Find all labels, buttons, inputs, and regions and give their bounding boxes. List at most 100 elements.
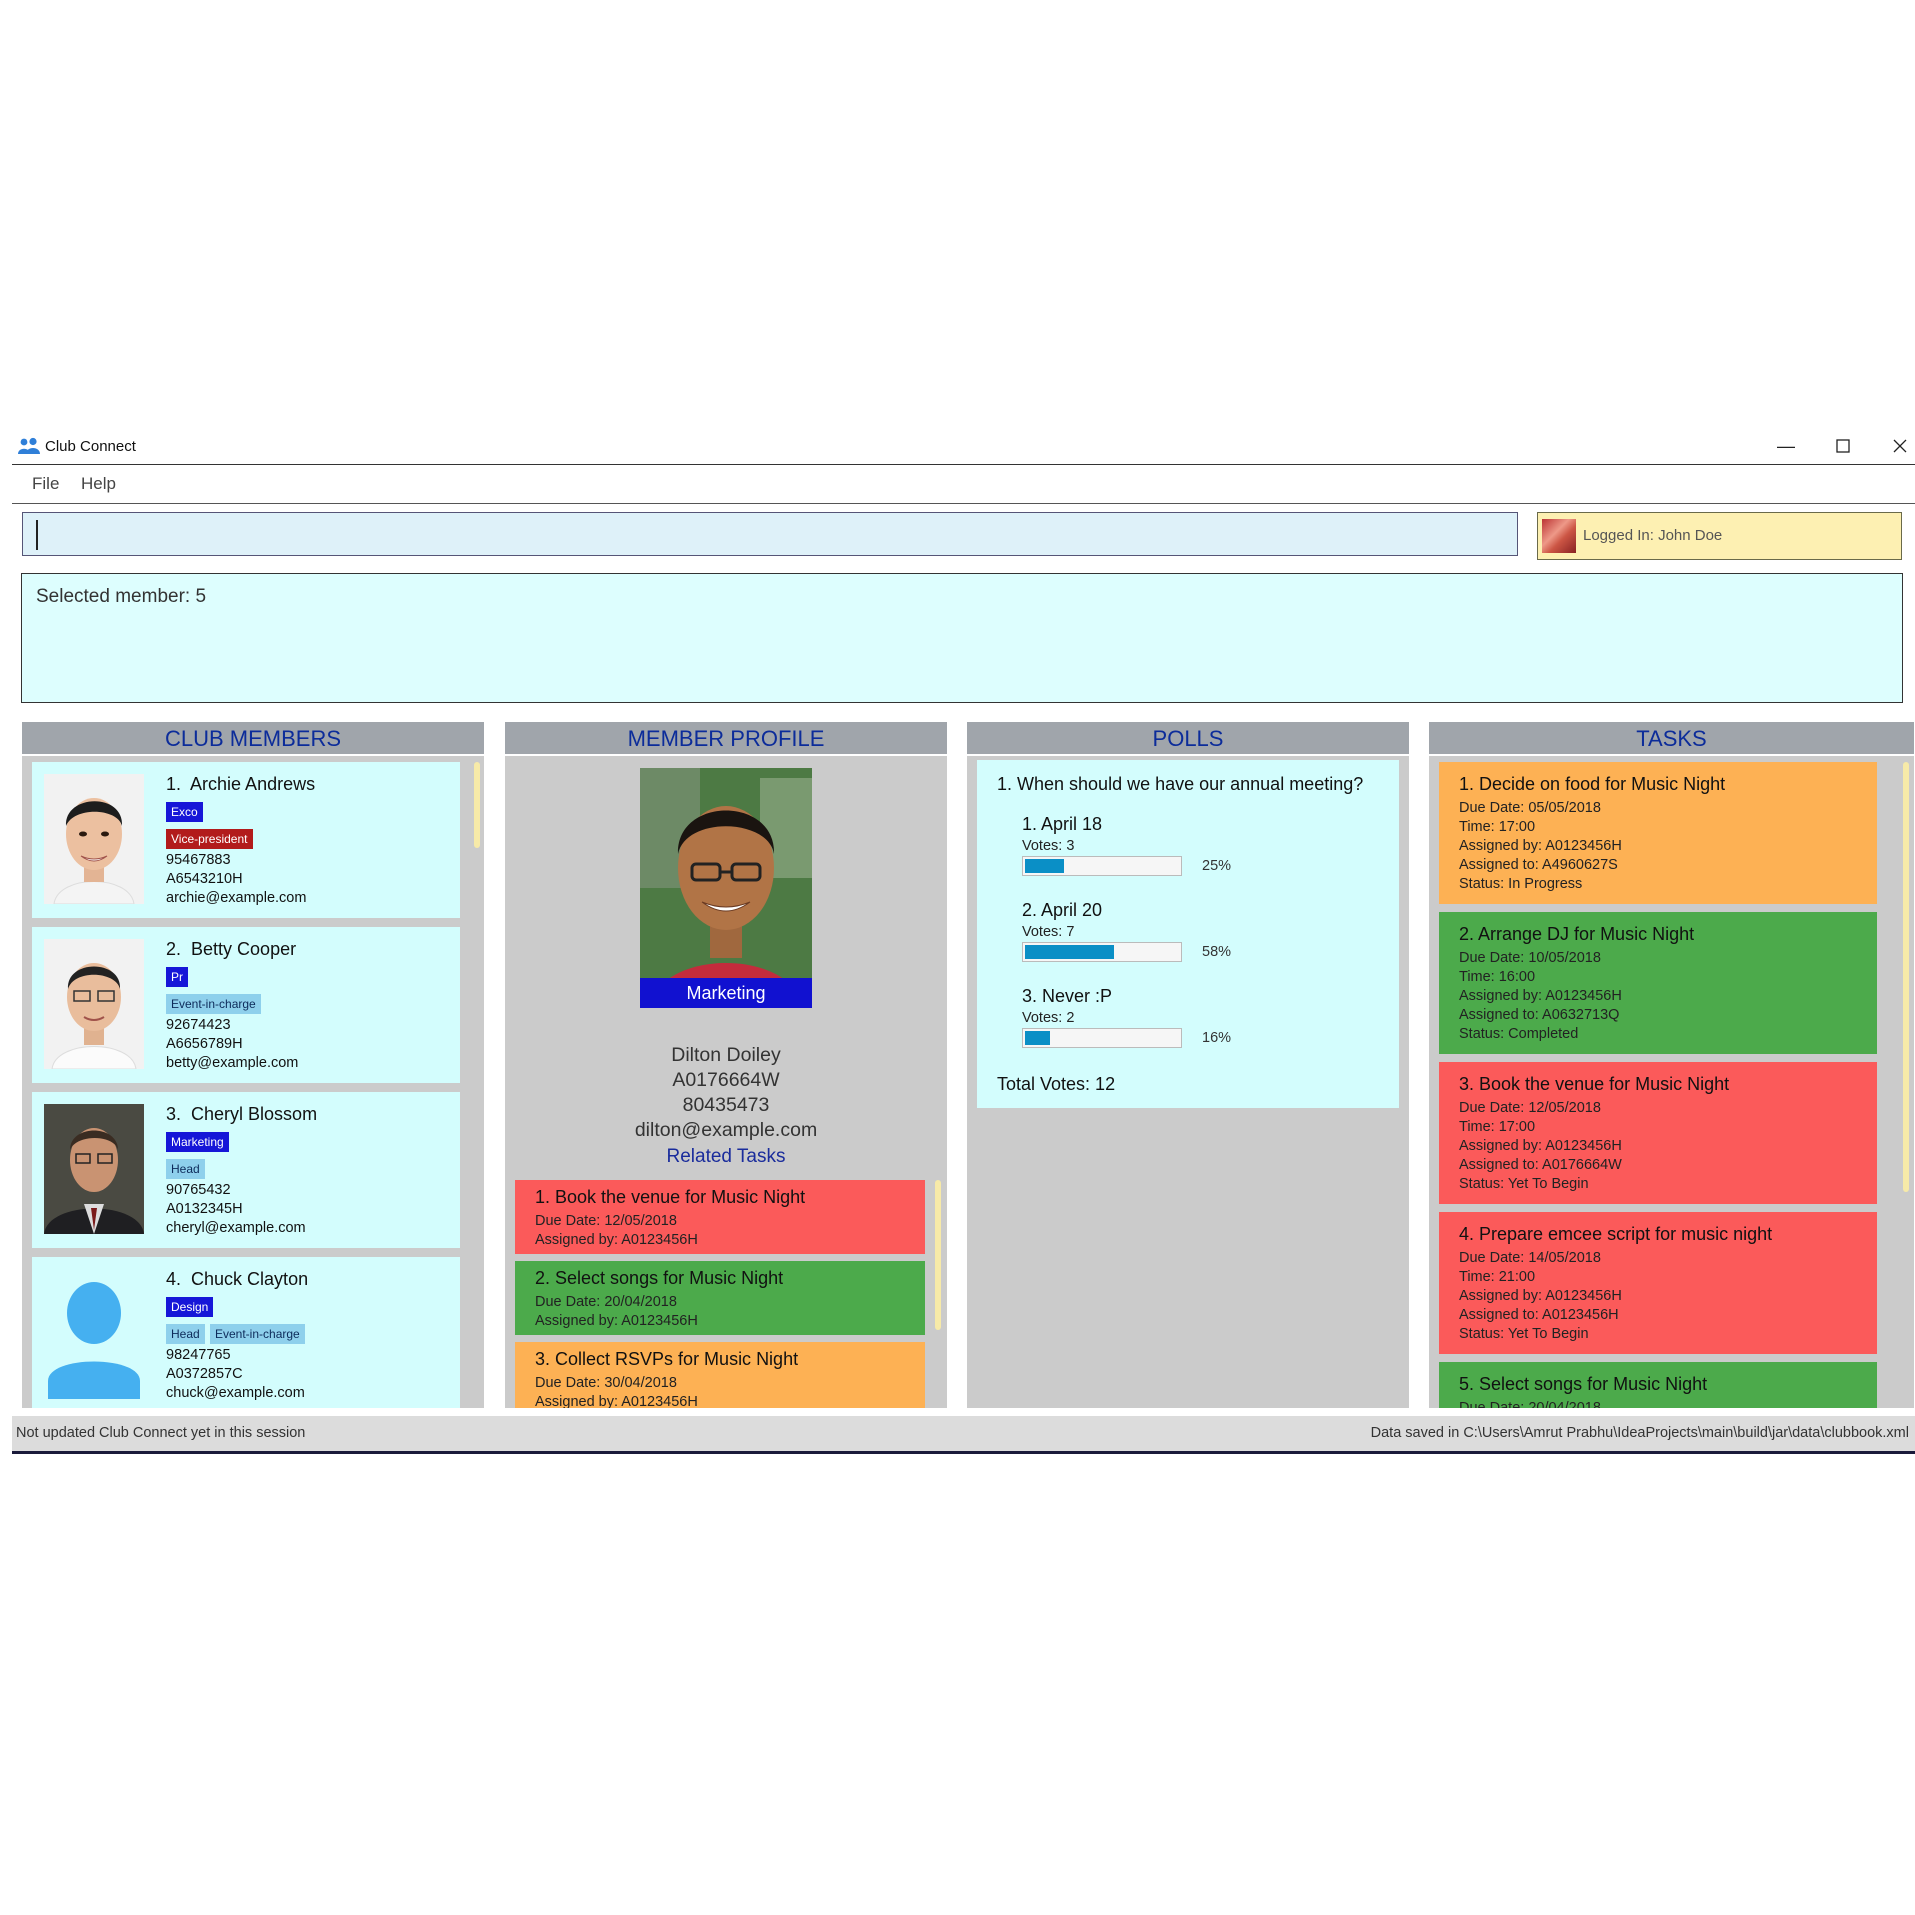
poll-option-bar xyxy=(1022,856,1182,876)
profile-email: dilton@example.com xyxy=(634,1119,818,1141)
menu-bar: File Help xyxy=(12,465,1915,504)
tag-vice-president: Vice-president xyxy=(166,829,253,849)
task-assigned-by: Assigned by: A0123456H xyxy=(535,1232,698,1248)
task-title: 1. Book the venue for Music Night xyxy=(535,1187,806,1207)
poll-option-percent: 25% xyxy=(1202,858,1232,874)
tag-exco: Exco xyxy=(166,802,203,822)
task-card[interactable]: 4. Prepare emcee script for music night … xyxy=(1439,1212,1877,1354)
result-display: Selected member: 5 xyxy=(21,573,1903,703)
member-name: 4. Chuck Clayton xyxy=(166,1269,309,1289)
task-assigned-by: Assigned by: A0123456H xyxy=(1459,1288,1622,1304)
task-assigned-to: Assigned to: A4960627S xyxy=(1459,857,1618,873)
status-bar: Not updated Club Connect yet in this ses… xyxy=(12,1416,1915,1454)
tag-event-in-charge: Event-in-charge xyxy=(166,994,261,1014)
task-assigned-by: Assigned by: A0123456H xyxy=(1459,988,1622,1004)
member-matric: A0132345H xyxy=(166,1201,243,1217)
tag-event-in-charge: Event-in-charge xyxy=(210,1324,305,1344)
tasks-scrollbar[interactable] xyxy=(1903,762,1909,1192)
profile-photo xyxy=(640,768,812,1008)
club-connect-icon xyxy=(18,437,40,454)
related-tasks-scrollbar[interactable] xyxy=(935,1180,941,1330)
poll-option-votes: Votes: 2 xyxy=(1022,1010,1075,1026)
command-input[interactable] xyxy=(22,512,1518,556)
task-assigned-by: Assigned by: A0123456H xyxy=(1459,838,1622,854)
task-due-date: Due Date: 20/04/2018 xyxy=(1459,1400,1601,1408)
task-assigned-to: Assigned to: A0176664W xyxy=(1459,1157,1622,1173)
task-title: 5. Select songs for Music Night xyxy=(1459,1374,1708,1394)
member-photo xyxy=(44,939,144,1069)
poll-option-percent: 16% xyxy=(1202,1030,1232,1046)
member-phone: 95467883 xyxy=(166,852,231,868)
polls-panel-header: POLLS xyxy=(967,722,1409,754)
member-name: 3. Cheryl Blossom xyxy=(166,1104,318,1124)
menu-help[interactable]: Help xyxy=(81,474,116,494)
member-card[interactable]: 3. Cheryl Blossom Marketing Head 9076543… xyxy=(32,1092,460,1248)
member-card[interactable]: 4. Chuck Clayton Design Head Event-in-ch… xyxy=(32,1257,460,1408)
task-assigned-by: Assigned by: A0123456H xyxy=(535,1394,698,1408)
task-due-date: Due Date: 10/05/2018 xyxy=(1459,950,1601,966)
tag-head: Head xyxy=(166,1159,205,1179)
tasks-panel-header: TASKS xyxy=(1429,722,1914,754)
maximize-icon[interactable] xyxy=(1823,432,1863,460)
tag-marketing: Marketing xyxy=(166,1132,229,1152)
polls-list[interactable]: 1. When should we have our annual meetin… xyxy=(967,756,1409,1408)
tasks-list[interactable]: 1. Decide on food for Music Night Due Da… xyxy=(1429,756,1914,1408)
poll-option-percent: 58% xyxy=(1202,944,1232,960)
task-time: Time: 16:00 xyxy=(1459,969,1536,985)
task-due-date: Due Date: 20/04/2018 xyxy=(535,1294,677,1310)
related-task-card[interactable]: 1. Book the venue for Music Night Due Da… xyxy=(515,1180,925,1254)
menu-file[interactable]: File xyxy=(32,474,59,494)
member-card[interactable]: 2. Betty Cooper Pr Event-in-charge 92674… xyxy=(32,927,460,1083)
tag-design: Design xyxy=(166,1297,214,1317)
task-card[interactable]: 3. Book the venue for Music Night Due Da… xyxy=(1439,1062,1877,1204)
poll-option-fill xyxy=(1025,859,1064,873)
member-name: 2. Betty Cooper xyxy=(166,939,297,959)
member-card[interactable]: 1. Archie Andrews Exco Vice-president 95… xyxy=(32,762,460,918)
poll-option-votes: Votes: 3 xyxy=(1022,838,1075,854)
tag-pr: Pr xyxy=(166,967,188,987)
members-list[interactable]: 1. Archie Andrews Exco Vice-president 95… xyxy=(22,756,484,1408)
task-card[interactable]: 2. Arrange DJ for Music Night Due Date: … xyxy=(1439,912,1877,1054)
member-phone: 98247765 xyxy=(166,1347,231,1363)
related-task-card[interactable]: 3. Collect RSVPs for Music Night Due Dat… xyxy=(515,1342,925,1408)
task-time: Time: 21:00 xyxy=(1459,1269,1536,1285)
result-text: Selected member: 5 xyxy=(36,586,207,607)
task-status: Status: Completed xyxy=(1459,1026,1579,1042)
text-caret xyxy=(36,520,38,550)
poll-option-fill xyxy=(1025,945,1114,959)
profile-group-tag: Marketing xyxy=(640,978,812,1008)
member-email: archie@example.com xyxy=(166,890,307,906)
members-scrollbar[interactable] xyxy=(474,762,480,848)
profile-phone: 80435473 xyxy=(682,1094,770,1116)
member-matric: A6543210H xyxy=(166,871,243,887)
minimize-icon[interactable]: — xyxy=(1766,432,1806,460)
task-title: 3. Book the venue for Music Night xyxy=(1459,1074,1730,1094)
default-avatar-icon xyxy=(48,1282,140,1399)
task-card[interactable]: 1. Decide on food for Music Night Due Da… xyxy=(1439,762,1877,904)
related-task-card[interactable]: 2. Select songs for Music Night Due Date… xyxy=(515,1261,925,1335)
login-text: Logged In: John Doe xyxy=(1583,527,1723,544)
member-photo xyxy=(44,774,144,904)
poll-option-label: 2. April 20 xyxy=(1022,900,1103,920)
poll-card[interactable]: 1. When should we have our annual meetin… xyxy=(977,760,1399,1108)
member-name: 1. Archie Andrews xyxy=(166,774,316,794)
task-title: 2. Select songs for Music Night xyxy=(535,1268,784,1288)
member-phone: 92674423 xyxy=(166,1017,231,1033)
task-card[interactable]: 5. Select songs for Music Night Due Date… xyxy=(1439,1362,1877,1408)
save-location: Data saved in C:\Users\Amrut Prabhu\Idea… xyxy=(1370,1425,1909,1441)
close-icon[interactable] xyxy=(1880,432,1915,460)
related-tasks-title: Related Tasks xyxy=(666,1146,786,1167)
window-title: Club Connect xyxy=(45,438,136,455)
task-assigned-by: Assigned by: A0123456H xyxy=(535,1313,698,1329)
members-panel-header: CLUB MEMBERS xyxy=(22,722,484,754)
task-due-date: Due Date: 30/04/2018 xyxy=(535,1375,677,1391)
poll-option-bar xyxy=(1022,1028,1182,1048)
member-email: chuck@example.com xyxy=(166,1385,305,1401)
task-title: 3. Collect RSVPs for Music Night xyxy=(535,1349,799,1369)
sync-status: Not updated Club Connect yet in this ses… xyxy=(16,1425,306,1441)
task-title: 2. Arrange DJ for Music Night xyxy=(1459,924,1695,944)
member-email: betty@example.com xyxy=(166,1055,299,1071)
poll-option-label: 1. April 18 xyxy=(1022,814,1103,834)
task-time: Time: 17:00 xyxy=(1459,819,1536,835)
app-window: Club Connect — File Help Logged In: John… xyxy=(12,428,1915,1454)
